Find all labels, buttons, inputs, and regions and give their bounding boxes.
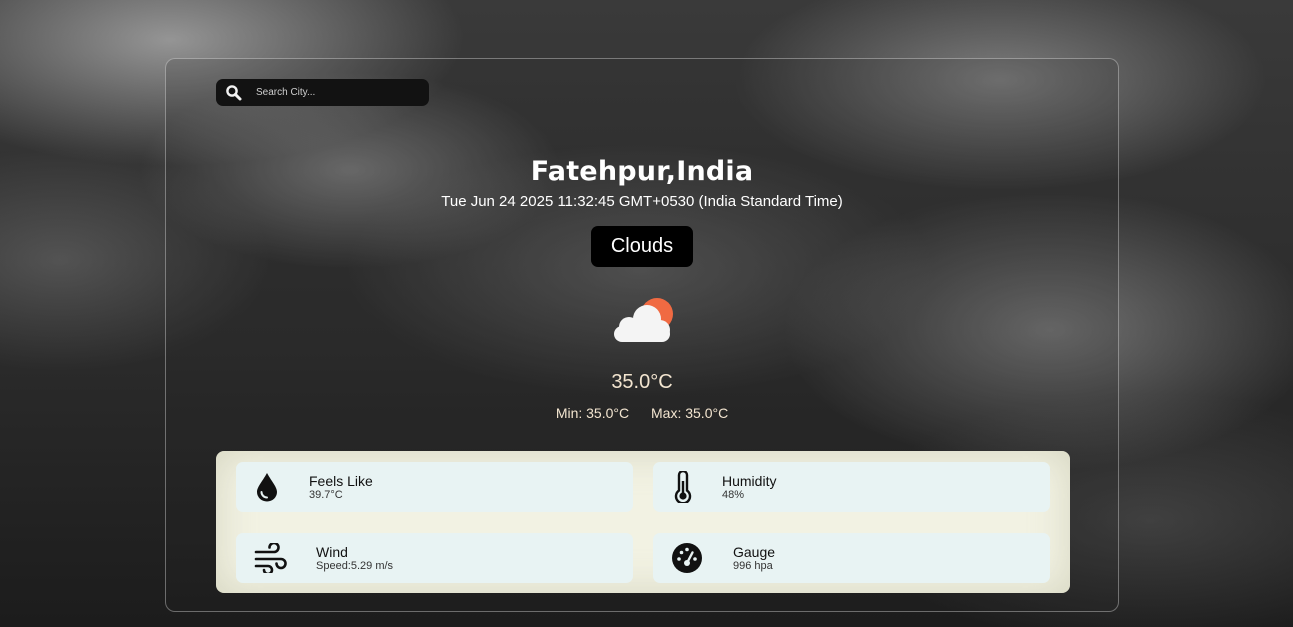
cloud-sun-icon bbox=[609, 295, 681, 347]
gauge-label: Gauge bbox=[733, 543, 776, 560]
water-drop-icon bbox=[253, 472, 281, 502]
max-temperature: Max: 35.0°C bbox=[651, 405, 729, 421]
feels-like-label: Feels Like bbox=[309, 472, 373, 489]
feels-like-tile: Feels Like 39.7°C bbox=[236, 462, 633, 512]
city-name: Fatehpur,India bbox=[530, 156, 754, 187]
min-max-temperature: Min: 35.0°C Max: 35.0°C bbox=[166, 405, 1118, 421]
search-input[interactable] bbox=[254, 86, 418, 99]
wind-label: Wind bbox=[316, 543, 348, 560]
weather-card: Fatehpur,India Tue Jun 24 2025 11:32:45 … bbox=[165, 58, 1119, 612]
humidity-label: Humidity bbox=[722, 472, 777, 489]
gauge-icon bbox=[671, 542, 703, 574]
weather-condition-badge: Clouds bbox=[590, 226, 694, 267]
wind-value: Speed:5.29 m/s bbox=[316, 559, 394, 572]
gauge-value: 996 hpa bbox=[733, 559, 773, 572]
feels-like-value: 39.7°C bbox=[309, 488, 343, 501]
humidity-value: 48% bbox=[722, 488, 745, 501]
wind-tile: Wind Speed:5.29 m/s bbox=[236, 533, 633, 583]
temperature: 35.0°C bbox=[611, 371, 673, 393]
min-temperature: Min: 35.0°C bbox=[555, 405, 630, 421]
wind-icon bbox=[254, 543, 288, 573]
date-time: Tue Jun 24 2025 11:32:45 GMT+0530 (India… bbox=[441, 193, 843, 210]
humidity-tile: Humidity 48% bbox=[653, 462, 1050, 512]
thermometer-icon bbox=[673, 471, 693, 503]
search-icon[interactable] bbox=[224, 83, 244, 103]
details-panel: Feels Like 39.7°C Humidity 48% Wind Spee… bbox=[216, 451, 1070, 593]
search-bar[interactable] bbox=[216, 79, 429, 106]
gauge-tile: Gauge 996 hpa bbox=[653, 533, 1050, 583]
